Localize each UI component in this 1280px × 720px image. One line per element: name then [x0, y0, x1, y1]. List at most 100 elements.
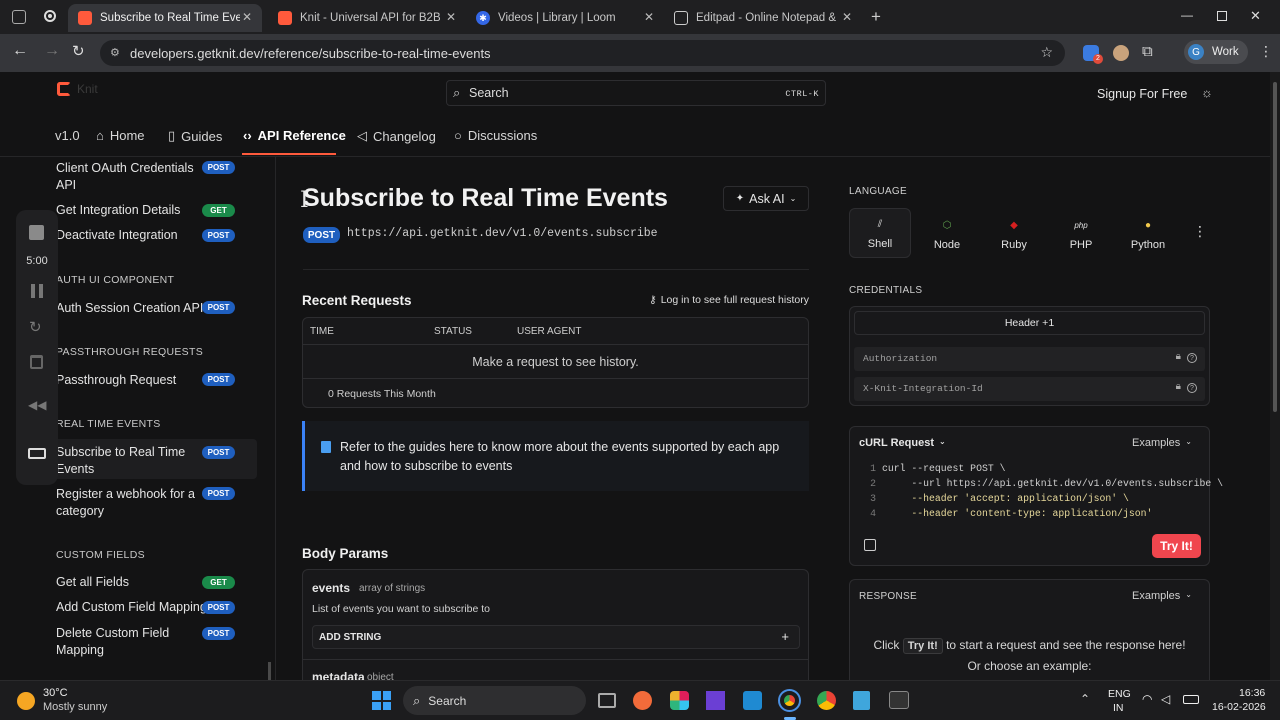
restart-icon[interactable]: ↻ [29, 318, 42, 336]
sidebar-item-get-fields[interactable]: Get all Fields [56, 574, 129, 591]
nav-discussions[interactable]: ○ Discussions [454, 128, 537, 143]
param-type: array of strings [359, 583, 426, 594]
nav-changelog[interactable]: ◁ Changelog [357, 128, 436, 144]
profile-chip[interactable]: G Work [1184, 40, 1248, 64]
screen-recorder-toolbar: 5:00 ↻ ◀◀ [16, 210, 58, 485]
clock-time[interactable]: 16:36 [1239, 687, 1265, 699]
close-tab-icon[interactable]: ✕ [842, 10, 852, 24]
sidebar-item-register-webhook[interactable]: Register a webhook for a category [56, 486, 196, 519]
help-icon[interactable]: ? [1187, 383, 1197, 393]
curl-examples-dropdown[interactable]: Examples ⌄ [1132, 437, 1192, 449]
weather-temp[interactable]: 30°C [43, 687, 68, 699]
forward-icon[interactable]: → [44, 42, 60, 60]
try-it-button[interactable]: Try It! [1152, 534, 1201, 558]
theme-toggle-icon[interactable]: ☼ [1201, 85, 1213, 100]
sidebar-item-deactivate[interactable]: Deactivate Integration [56, 227, 178, 244]
record-icon[interactable] [44, 10, 56, 22]
try-it-inline-button[interactable]: Try It! [902, 638, 943, 654]
language-node[interactable]: ⬡ Node [916, 208, 978, 258]
more-menu-icon[interactable]: ⋮ [1259, 43, 1273, 60]
sidebar-item-subscribe[interactable]: Subscribe to Real Time Events [56, 444, 196, 477]
chrome-icon[interactable] [817, 691, 836, 710]
add-string-button[interactable]: ADD STRING + [312, 625, 800, 649]
vscode-icon[interactable] [743, 691, 762, 710]
weather-sun-icon[interactable] [17, 692, 35, 710]
stop-recording-icon[interactable] [29, 225, 44, 240]
ask-ai-button[interactable]: ✦ Ask AI ⌄ [723, 186, 809, 211]
sidebar-scrollbar[interactable] [268, 662, 271, 680]
credentials-panel: Header +1 Authorization 🔒︎ ? X-Knit-Inte… [849, 306, 1210, 406]
rewind-icon[interactable]: ◀◀ [28, 398, 46, 412]
intellij-icon[interactable] [706, 691, 725, 710]
pause-icon[interactable] [31, 284, 43, 298]
tab-knit[interactable]: Knit - Universal API for B2B inte ✕ [268, 4, 466, 32]
puzzle-icon[interactable]: ⧉ [1142, 43, 1153, 60]
back-icon[interactable]: ← [12, 42, 28, 60]
curl-request-dropdown[interactable]: cURL Request ⌄ [859, 437, 946, 449]
new-tab-icon[interactable]: + [871, 7, 881, 27]
close-tab-icon[interactable]: ✕ [446, 10, 456, 24]
tab-loom[interactable]: ✱ Videos | Library | Loom ✕ [466, 4, 664, 32]
signup-link[interactable]: Signup For Free [1097, 87, 1187, 101]
authorization-field[interactable]: Authorization 🔒︎ ? [854, 347, 1205, 371]
bookmark-star-icon[interactable]: ☆ [1040, 44, 1053, 61]
language-python[interactable]: ● Python [1117, 208, 1179, 258]
taskbar-search[interactable]: ⌕ Search [403, 686, 586, 715]
table-header: TIME STATUS USER AGENT [303, 318, 808, 345]
nav-home[interactable]: ⌂ Home [96, 128, 145, 143]
nav-api-reference[interactable]: ‹› API Reference [243, 128, 346, 143]
knit-icon [278, 11, 292, 25]
battery-icon[interactable] [1183, 695, 1199, 704]
chrome-work-icon[interactable] [778, 689, 801, 712]
chevron-down-icon: ⌄ [789, 194, 797, 203]
profile-extension-icon[interactable] [1113, 45, 1129, 61]
header-tab[interactable]: Header +1 [854, 311, 1205, 335]
page-scrollbar[interactable] [1270, 72, 1280, 680]
nav-guides[interactable]: ▯ Guides [168, 128, 222, 144]
slack-icon[interactable] [670, 691, 689, 710]
plus-icon: + [781, 629, 789, 644]
close-window-icon[interactable]: ✕ [1250, 8, 1261, 24]
sidebar-item-client-oauth[interactable]: Client OAuth Credentials API [56, 160, 196, 193]
integration-id-field[interactable]: X-Knit-Integration-Id 🔒︎ ? [854, 377, 1205, 401]
tab-menu-icon[interactable] [12, 10, 26, 24]
close-tab-icon[interactable]: ✕ [242, 10, 252, 24]
reload-icon[interactable]: ↻ [72, 42, 85, 60]
code-line: 4 --header 'content-type: application/js… [870, 508, 1153, 519]
search-box[interactable]: ⌕ Search CTRL-K [446, 80, 826, 106]
language-php[interactable]: php PHP [1050, 208, 1112, 258]
sidebar-item-passthrough[interactable]: Passthrough Request [56, 372, 176, 389]
language-shell[interactable]: ⫽ Shell [849, 208, 911, 258]
response-examples-dropdown[interactable]: Examples ⌄ [1132, 590, 1192, 602]
knit-logo[interactable]: Knit [57, 82, 98, 96]
minimize-icon[interactable]: — [1181, 8, 1193, 22]
terminal-icon[interactable] [889, 691, 909, 709]
start-button[interactable] [372, 691, 391, 710]
camera-icon[interactable] [28, 448, 46, 459]
language-ruby[interactable]: ◆ Ruby [983, 208, 1045, 258]
sidebar-item-auth-session[interactable]: Auth Session Creation API [56, 300, 203, 317]
input-language[interactable]: ENG [1108, 688, 1131, 700]
close-tab-icon[interactable]: ✕ [644, 10, 654, 24]
show-hidden-icons[interactable]: ⌃ [1080, 692, 1090, 706]
notepad-icon[interactable] [853, 691, 870, 710]
volume-icon[interactable]: ◁ [1161, 692, 1170, 706]
address-bar[interactable]: ⚙ developers.getknit.dev/reference/subsc… [100, 40, 1065, 66]
restore-icon[interactable] [1217, 11, 1227, 21]
help-icon[interactable]: ? [1187, 353, 1197, 363]
sidebar-item-get-integration[interactable]: Get Integration Details [56, 202, 180, 219]
site-info-icon[interactable]: ⚙ [110, 46, 120, 59]
copy-icon[interactable] [864, 539, 876, 551]
tab-editpad[interactable]: Editpad - Online Notepad & W ✕ [664, 4, 862, 32]
sidebar-item-add-mapping[interactable]: Add Custom Field Mapping [56, 599, 207, 616]
app-icon[interactable] [633, 691, 652, 710]
task-view-icon[interactable] [598, 693, 616, 708]
version-selector[interactable]: v1.0 [55, 128, 80, 143]
wifi-icon[interactable]: ◠ [1142, 692, 1152, 706]
sidebar-item-delete-mapping[interactable]: Delete Custom Field Mapping [56, 625, 196, 658]
login-history-link[interactable]: ⚷ Log in to see full request history [649, 294, 809, 306]
more-languages-icon[interactable]: ⋮ [1193, 223, 1207, 240]
avatar: G [1188, 44, 1204, 60]
trash-icon[interactable] [30, 355, 43, 369]
tab-subscribe[interactable]: Subscribe to Real Time Events ✕ [68, 4, 262, 32]
